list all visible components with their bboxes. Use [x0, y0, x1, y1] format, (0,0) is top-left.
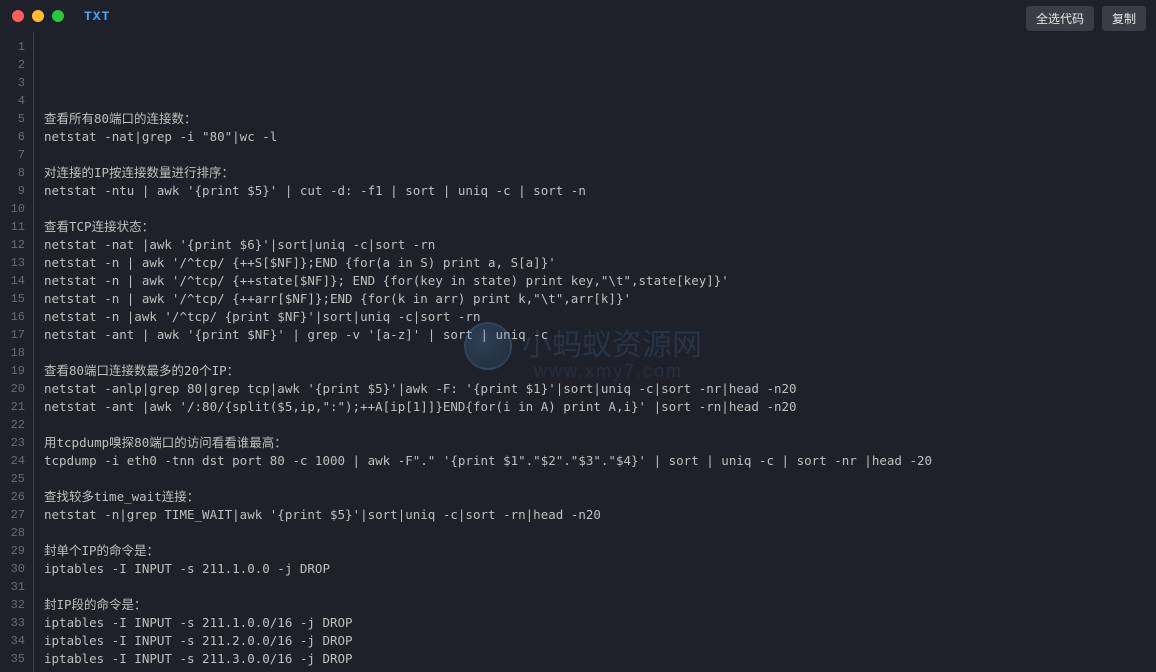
code-line [44, 470, 1156, 488]
titlebar: TXT [0, 0, 1156, 32]
code-line: 查看80端口连接数最多的20个IP： [44, 362, 1156, 380]
code-line: tcpdump -i eth0 -tnn dst port 80 -c 1000… [44, 452, 1156, 470]
close-icon[interactable] [12, 10, 24, 22]
code-line: netstat -anlp|grep 80|grep tcp|awk '{pri… [44, 380, 1156, 398]
line-number: 8 [0, 164, 25, 182]
window-controls [12, 10, 64, 22]
line-number: 9 [0, 182, 25, 200]
code-line: iptables -I INPUT -s 211.2.0.0/16 -j DRO… [44, 632, 1156, 650]
line-number: 33 [0, 614, 25, 632]
code-line: 查找较多time_wait连接： [44, 488, 1156, 506]
line-number: 21 [0, 398, 25, 416]
code-line: netstat -n | awk '/^tcp/ {++S[$NF]};END … [44, 254, 1156, 272]
code-line: 封单个IP的命令是： [44, 542, 1156, 560]
line-number: 26 [0, 488, 25, 506]
code-line: netstat -n | awk '/^tcp/ {++state[$NF]};… [44, 272, 1156, 290]
line-number: 25 [0, 470, 25, 488]
line-number: 3 [0, 74, 25, 92]
code-line: netstat -nat|grep -i "80"|wc -l [44, 128, 1156, 146]
line-number: 34 [0, 632, 25, 650]
code-line: 封IP段的命令是： [44, 596, 1156, 614]
line-number: 20 [0, 380, 25, 398]
line-number: 30 [0, 560, 25, 578]
line-number: 27 [0, 506, 25, 524]
code-line: 查看所有80端口的连接数： [44, 110, 1156, 128]
line-number: 12 [0, 236, 25, 254]
code-line: iptables -I INPUT -s 211.3.0.0/16 -j DRO… [44, 650, 1156, 668]
code-line: 查看TCP连接状态： [44, 218, 1156, 236]
file-type-label: TXT [84, 9, 110, 24]
select-all-button[interactable]: 全选代码 [1026, 6, 1094, 31]
code-line: 用tcpdump嗅探80端口的访问看看谁最高： [44, 434, 1156, 452]
code-line [44, 524, 1156, 542]
code-line: 对连接的IP按连接数量进行排序： [44, 164, 1156, 182]
line-number: 5 [0, 110, 25, 128]
line-number: 7 [0, 146, 25, 164]
code-line [44, 668, 1156, 672]
code-line [44, 146, 1156, 164]
line-number: 2 [0, 56, 25, 74]
line-number: 16 [0, 308, 25, 326]
line-number: 29 [0, 542, 25, 560]
code-line: iptables -I INPUT -s 211.1.0.0/16 -j DRO… [44, 614, 1156, 632]
code-area[interactable]: 小蚂蚁资源网 www.xmy7.com 查看所有80端口的连接数：netstat… [34, 32, 1156, 672]
toolbar: 全选代码 复制 [1026, 6, 1146, 31]
line-number: 28 [0, 524, 25, 542]
line-number: 19 [0, 362, 25, 380]
line-number: 10 [0, 200, 25, 218]
code-line: netstat -nat |awk '{print $6}'|sort|uniq… [44, 236, 1156, 254]
code-line: netstat -ntu | awk '{print $5}' | cut -d… [44, 182, 1156, 200]
code-line: netstat -n | awk '/^tcp/ {++arr[$NF]};EN… [44, 290, 1156, 308]
code-line [44, 416, 1156, 434]
code-line: netstat -ant | awk '{print $NF}' | grep … [44, 326, 1156, 344]
code-line [44, 200, 1156, 218]
code-line: netstat -ant |awk '/:80/{split($5,ip,":"… [44, 398, 1156, 416]
code-line: iptables -I INPUT -s 211.1.0.0 -j DROP [44, 560, 1156, 578]
code-editor: 1234567891011121314151617181920212223242… [0, 32, 1156, 672]
line-number: 13 [0, 254, 25, 272]
line-number: 6 [0, 128, 25, 146]
copy-button[interactable]: 复制 [1102, 6, 1146, 31]
line-number: 22 [0, 416, 25, 434]
line-number: 15 [0, 290, 25, 308]
line-number: 11 [0, 218, 25, 236]
line-number: 32 [0, 596, 25, 614]
code-line [44, 344, 1156, 362]
code-line [44, 92, 1156, 110]
line-number: 35 [0, 650, 25, 668]
line-number: 24 [0, 452, 25, 470]
line-number: 4 [0, 92, 25, 110]
minimize-icon[interactable] [32, 10, 44, 22]
line-number-gutter: 1234567891011121314151617181920212223242… [0, 32, 34, 672]
line-number: 14 [0, 272, 25, 290]
code-line [44, 578, 1156, 596]
line-number: 1 [0, 38, 25, 56]
code-line: netstat -n|grep TIME_WAIT|awk '{print $5… [44, 506, 1156, 524]
maximize-icon[interactable] [52, 10, 64, 22]
line-number: 18 [0, 344, 25, 362]
line-number: 31 [0, 578, 25, 596]
code-line: netstat -n |awk '/^tcp/ {print $NF}'|sor… [44, 308, 1156, 326]
line-number: 17 [0, 326, 25, 344]
line-number: 23 [0, 434, 25, 452]
